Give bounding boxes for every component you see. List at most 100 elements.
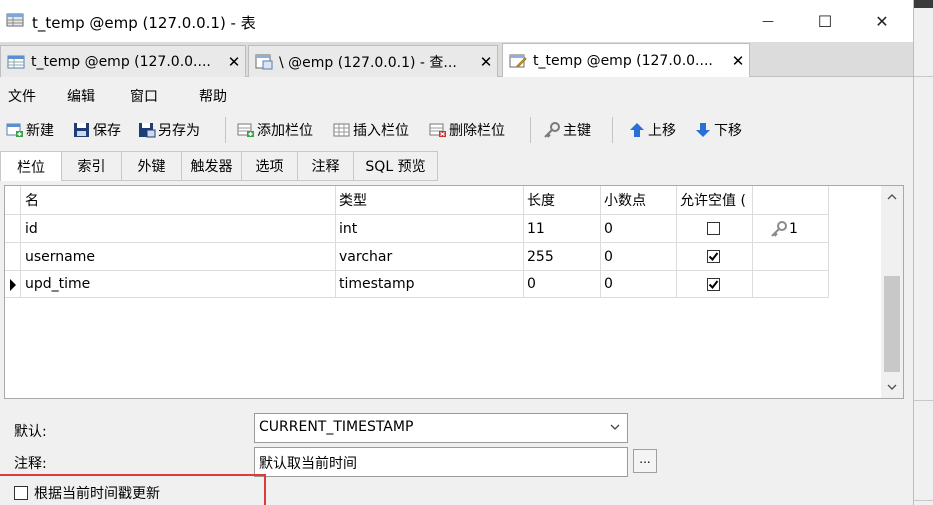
save-label: 保存: [93, 123, 121, 139]
move-down-label: 下移: [714, 123, 742, 139]
cell-field-name[interactable]: username: [21, 243, 335, 270]
primary-key-label: 主键: [563, 123, 591, 139]
default-value: CURRENT_TIMESTAMP: [259, 419, 414, 435]
cell-field-type[interactable]: varchar: [335, 243, 523, 270]
key-icon: [544, 122, 560, 138]
add-field-icon: [237, 123, 254, 137]
window-title: t_temp @emp (127.0.0.1) - 表: [32, 14, 256, 32]
key-order: 1: [789, 220, 798, 237]
comment-field[interactable]: 默认取当前时间: [254, 447, 628, 477]
minimize-icon: —: [762, 14, 774, 28]
background-divider: [914, 500, 933, 501]
menu-edit[interactable]: 编辑: [67, 86, 95, 106]
default-value-select[interactable]: CURRENT_TIMESTAMP: [254, 413, 628, 443]
tab-fields[interactable]: 栏位: [0, 151, 62, 181]
insert-field-label: 插入栏位: [353, 123, 409, 139]
tab-label: t_temp @emp (127.0.0....: [533, 53, 713, 69]
tab-foreign-keys[interactable]: 外键: [122, 151, 182, 181]
maximize-button[interactable]: ☐: [800, 0, 850, 42]
nullable-checkbox[interactable]: [707, 222, 720, 235]
grid-line: [5, 297, 829, 298]
cell-field-type[interactable]: int: [335, 215, 523, 242]
scrollbar-thumb[interactable]: [884, 276, 900, 372]
checkmark-icon: [708, 280, 719, 290]
nullable-checkbox[interactable]: [707, 250, 720, 263]
cell-field-length[interactable]: 255: [523, 243, 600, 270]
toolbar: 新建 保存 另存为 添加栏位 插入栏位 删除栏位 主键 上移 下移: [0, 111, 913, 149]
column-header-nullable[interactable]: 允许空值 (: [676, 186, 752, 214]
cell-field-length[interactable]: 0: [523, 271, 600, 297]
tab-triggers[interactable]: 触发器: [182, 151, 242, 181]
table-icon: [6, 13, 24, 27]
save-button[interactable]: 保存: [73, 120, 121, 140]
move-down-button[interactable]: 下移: [694, 120, 742, 140]
cell-field-decimals[interactable]: 0: [600, 215, 676, 242]
background-divider: [914, 400, 933, 401]
background-window-edge: [913, 0, 933, 505]
scroll-up-icon[interactable]: [881, 188, 903, 206]
insert-field-button[interactable]: 插入栏位: [333, 120, 409, 140]
background-divider: [914, 76, 933, 77]
insert-field-icon: [333, 123, 350, 137]
comment-label: 注释:: [14, 456, 47, 472]
cell-field-decimals[interactable]: 0: [600, 243, 676, 270]
document-tab-bar: t_temp @emp (127.0.0.... ✕ \ @emp (127.0…: [0, 42, 913, 78]
tab-label: 选项: [255, 159, 284, 175]
highlight-box: [0, 474, 266, 505]
minimize-button[interactable]: —: [743, 0, 793, 42]
design-subtabs: 栏位 索引 外键 触发器 选项 注释 SQL 预览: [0, 151, 913, 181]
save-as-button[interactable]: 另存为: [138, 120, 200, 140]
column-header-length[interactable]: 长度: [523, 186, 600, 214]
delete-field-button[interactable]: 删除栏位: [429, 120, 505, 140]
cell-field-type[interactable]: timestamp: [335, 271, 523, 297]
cell-field-name[interactable]: upd_time: [21, 271, 335, 297]
tab-query[interactable]: \ @emp (127.0.0.1) - 查... ✕: [248, 45, 498, 77]
scroll-down-icon[interactable]: [881, 378, 903, 396]
primary-key-button[interactable]: 主键: [543, 120, 591, 140]
nullable-checkbox[interactable]: [707, 278, 720, 291]
add-field-button[interactable]: 添加栏位: [237, 120, 313, 140]
toolbar-divider: [225, 117, 226, 143]
new-button[interactable]: 新建: [6, 120, 54, 140]
tab-label: 外键: [137, 159, 166, 175]
tab-sql-preview[interactable]: SQL 预览: [354, 151, 438, 181]
tab-table-data[interactable]: t_temp @emp (127.0.0.... ✕: [0, 45, 246, 77]
close-tab-icon[interactable]: ✕: [727, 52, 749, 70]
tab-comment[interactable]: 注释: [298, 151, 354, 181]
current-row-indicator: [7, 271, 21, 298]
cell-field-name[interactable]: id: [21, 215, 335, 242]
row-pointer-icon: [10, 278, 16, 291]
menu-window[interactable]: 窗口: [130, 86, 158, 106]
save-as-icon: [139, 123, 156, 138]
close-tab-icon[interactable]: ✕: [475, 53, 497, 71]
menu-bar: 文件 编辑 窗口 帮助: [0, 77, 913, 111]
grid-line: [828, 186, 829, 297]
menu-help[interactable]: 帮助: [199, 86, 227, 106]
save-as-label: 另存为: [158, 123, 200, 139]
save-icon: [74, 123, 89, 137]
primary-key-cell[interactable]: 1: [765, 215, 825, 242]
arrow-down-icon: [696, 123, 710, 137]
new-label: 新建: [26, 123, 54, 139]
close-window-button[interactable]: ✕: [857, 0, 907, 42]
column-header-decimals[interactable]: 小数点: [600, 186, 676, 214]
query-icon: [255, 54, 273, 69]
comment-more-button[interactable]: ...: [633, 449, 657, 473]
table-icon: [7, 55, 25, 68]
grid-line: [676, 186, 677, 297]
tab-indexes[interactable]: 索引: [62, 151, 122, 181]
column-header-name[interactable]: 名: [21, 186, 335, 214]
column-header-type[interactable]: 类型: [335, 186, 523, 214]
grid-vertical-scrollbar[interactable]: [881, 186, 903, 398]
close-tab-icon[interactable]: ✕: [223, 53, 245, 71]
cell-field-length[interactable]: 11: [523, 215, 600, 242]
comment-value: 默认取当前时间: [259, 456, 357, 472]
cell-field-decimals[interactable]: 0: [600, 271, 676, 297]
chevron-down-icon: [610, 424, 620, 430]
tab-options[interactable]: 选项: [242, 151, 298, 181]
close-icon: ✕: [875, 11, 889, 31]
menu-file[interactable]: 文件: [8, 86, 36, 106]
move-up-button[interactable]: 上移: [628, 120, 676, 140]
arrow-up-icon: [630, 123, 644, 137]
tab-table-design[interactable]: t_temp @emp (127.0.0.... ✕: [502, 43, 750, 78]
